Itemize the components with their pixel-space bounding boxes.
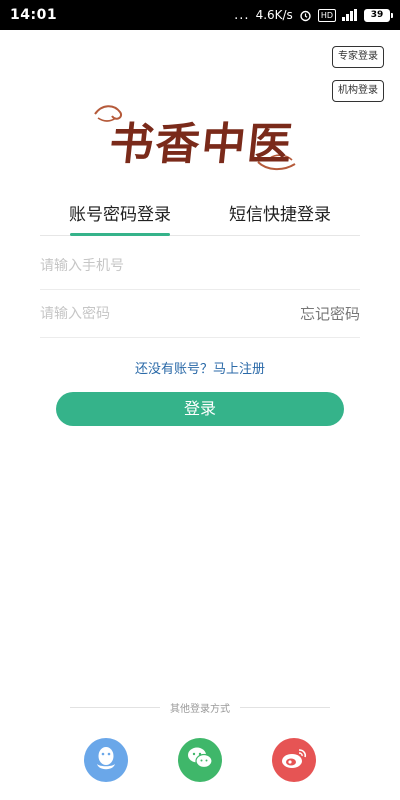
- password-input[interactable]: [40, 305, 300, 322]
- notification-dots: ...: [234, 7, 250, 23]
- tab-sms-login[interactable]: 短信快捷登录: [200, 196, 360, 235]
- battery-icon: 39: [364, 8, 393, 22]
- weibo-icon: [280, 746, 308, 774]
- other-login-divider: 其他登录方式: [70, 700, 330, 715]
- app-logo: 书香中医: [90, 100, 310, 180]
- qq-login-button[interactable]: [84, 738, 128, 782]
- qq-icon: [93, 744, 119, 776]
- expert-login-button[interactable]: 专家登录: [332, 46, 384, 68]
- network-speed: 4.6K/s: [255, 8, 293, 22]
- signal-icon: [342, 9, 358, 21]
- forgot-password-link[interactable]: 忘记密码: [300, 303, 360, 324]
- alarm-icon: [299, 9, 312, 22]
- login-tabs: 账号密码登录 短信快捷登录: [40, 196, 360, 236]
- register-link[interactable]: 还没有账号？马上注册: [0, 358, 400, 377]
- org-login-button[interactable]: 机构登录: [332, 80, 384, 102]
- password-field: 忘记密码: [40, 290, 360, 338]
- other-login-label: 其他登录方式: [170, 704, 230, 715]
- wechat-login-button[interactable]: [178, 738, 222, 782]
- login-button[interactable]: 登录: [56, 392, 344, 426]
- tab-password-login[interactable]: 账号密码登录: [40, 196, 200, 236]
- divider-line-right: [240, 707, 330, 708]
- weibo-login-button[interactable]: [272, 738, 316, 782]
- logo-text: 书香中医: [106, 119, 297, 170]
- status-icons: ... 4.6K/s HD 39: [234, 7, 393, 23]
- status-bar: 14:01 ... 4.6K/s HD 39: [0, 0, 400, 30]
- wechat-icon: [186, 746, 214, 774]
- phone-field: [40, 242, 360, 290]
- phone-input[interactable]: [40, 257, 360, 274]
- divider-line-left: [70, 707, 160, 708]
- status-time: 14:01: [10, 7, 58, 23]
- hd-badge: HD: [317, 8, 336, 22]
